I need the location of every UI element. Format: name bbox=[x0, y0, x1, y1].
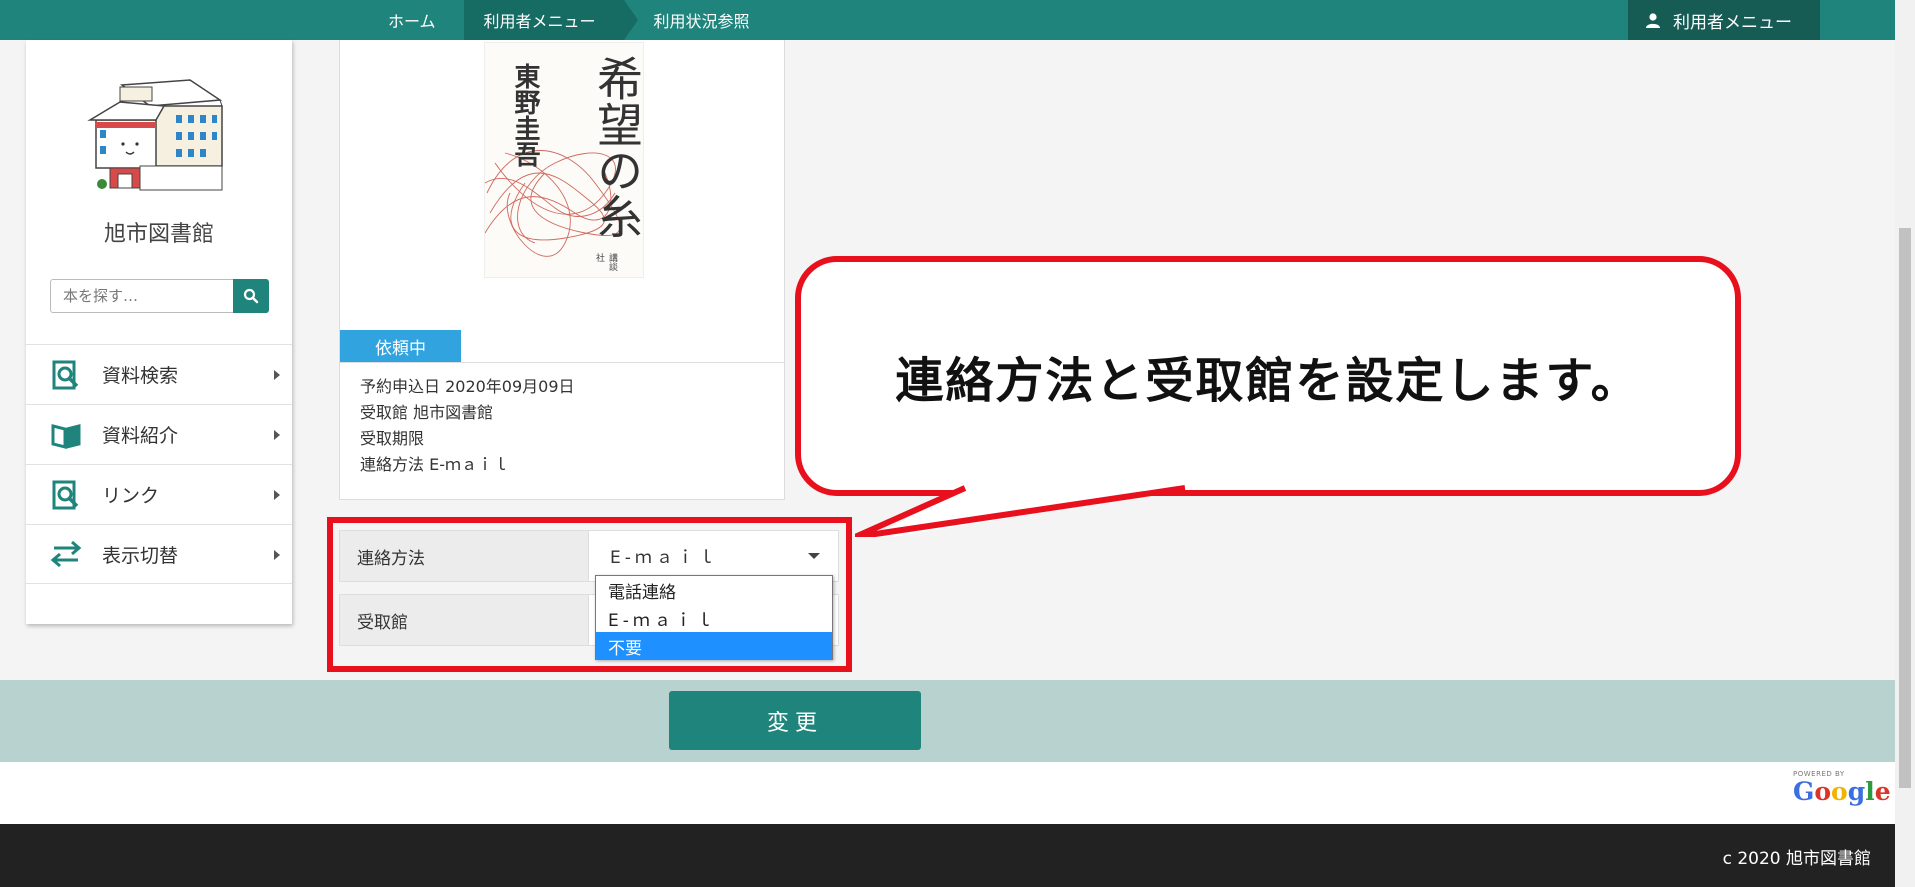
chevron-right-icon bbox=[274, 370, 280, 380]
book-info: 予約申込日 2020年09月09日 受取館 旭市図書館 受取期限 連絡方法 E-… bbox=[360, 374, 575, 478]
search-book-icon bbox=[50, 359, 82, 391]
footer: c 2020 旭市図書館 bbox=[0, 824, 1895, 887]
sidebar: 旭市図書館 資料検索 bbox=[26, 40, 292, 624]
sidebar-nav: 資料検索 資料紹介 リンク 表示切替 bbox=[26, 344, 292, 584]
search-book-icon bbox=[50, 479, 82, 511]
highlight-box bbox=[327, 517, 852, 672]
status-badge: 依頼中 bbox=[340, 330, 461, 362]
swap-arrows-icon bbox=[50, 538, 82, 570]
chevron-right-icon bbox=[274, 550, 280, 560]
top-bar: ホーム 利用者メニュー 利用状況参照 利用者メニュー bbox=[0, 0, 1895, 40]
sidebar-item-label: 資料検索 bbox=[102, 365, 179, 387]
divider bbox=[340, 362, 784, 363]
library-logo bbox=[80, 60, 240, 200]
copyright: c 2020 旭市図書館 bbox=[1722, 849, 1871, 869]
contact-method: 連絡方法 E-ｍａｉｌ bbox=[360, 455, 509, 474]
scrollbar-thumb[interactable] bbox=[1899, 228, 1911, 788]
sidebar-item-links[interactable]: リンク bbox=[26, 464, 292, 524]
cover-author: 東野圭吾 bbox=[510, 63, 540, 167]
sidebar-item-label: リンク bbox=[102, 485, 160, 507]
sidebar-item-display-toggle[interactable]: 表示切替 bbox=[26, 524, 292, 584]
sidebar-item-material-intro[interactable]: 資料紹介 bbox=[26, 404, 292, 464]
change-button[interactable]: 変更 bbox=[669, 691, 921, 750]
search-input[interactable] bbox=[50, 279, 234, 313]
sidebar-item-label: 資料紹介 bbox=[102, 425, 179, 447]
cover-publisher: 講談社 bbox=[594, 253, 617, 271]
pickup-library: 受取館 旭市図書館 bbox=[360, 403, 494, 422]
chevron-right-icon bbox=[274, 430, 280, 440]
callout-tail bbox=[855, 485, 1186, 537]
chevron-right-icon bbox=[274, 490, 280, 500]
search-button[interactable] bbox=[233, 279, 269, 313]
sidebar-item-label: 表示切替 bbox=[102, 544, 179, 567]
pickup-deadline: 受取期限 bbox=[360, 429, 425, 448]
google-logo: Google bbox=[1793, 777, 1891, 806]
open-book-icon bbox=[50, 419, 82, 451]
breadcrumb-user-menu[interactable]: 利用者メニュー bbox=[463, 0, 638, 40]
book-card: 希望の糸 東野圭吾 講談社 依頼中 予約申込日 2020年09月09日 受取館 … bbox=[339, 40, 785, 500]
footer-upper bbox=[0, 762, 1895, 824]
callout-text: 連絡方法と受取館を設定します。 bbox=[895, 353, 1641, 409]
breadcrumb: ホーム 利用者メニュー 利用状況参照 bbox=[370, 0, 778, 40]
search-icon bbox=[243, 288, 259, 304]
sidebar-item-material-search[interactable]: 資料検索 bbox=[26, 344, 292, 404]
powered-by-google: POWERED BY Google bbox=[1793, 770, 1891, 810]
action-band bbox=[0, 680, 1895, 762]
reservation-date: 予約申込日 2020年09月09日 bbox=[360, 377, 575, 396]
user-menu-label: 利用者メニュー bbox=[1673, 12, 1792, 33]
library-name: 旭市図書館 bbox=[103, 222, 214, 247]
main-content: 旭市図書館 資料検索 bbox=[0, 40, 1895, 680]
user-menu-button[interactable]: 利用者メニュー bbox=[1628, 0, 1820, 40]
user-icon bbox=[1646, 13, 1660, 28]
breadcrumb-home[interactable]: ホーム bbox=[370, 0, 464, 40]
book-cover[interactable]: 希望の糸 東野圭吾 講談社 bbox=[484, 42, 644, 278]
breadcrumb-usage-status: 利用状況参照 bbox=[653, 12, 750, 31]
cover-title: 希望の糸 bbox=[590, 55, 644, 239]
